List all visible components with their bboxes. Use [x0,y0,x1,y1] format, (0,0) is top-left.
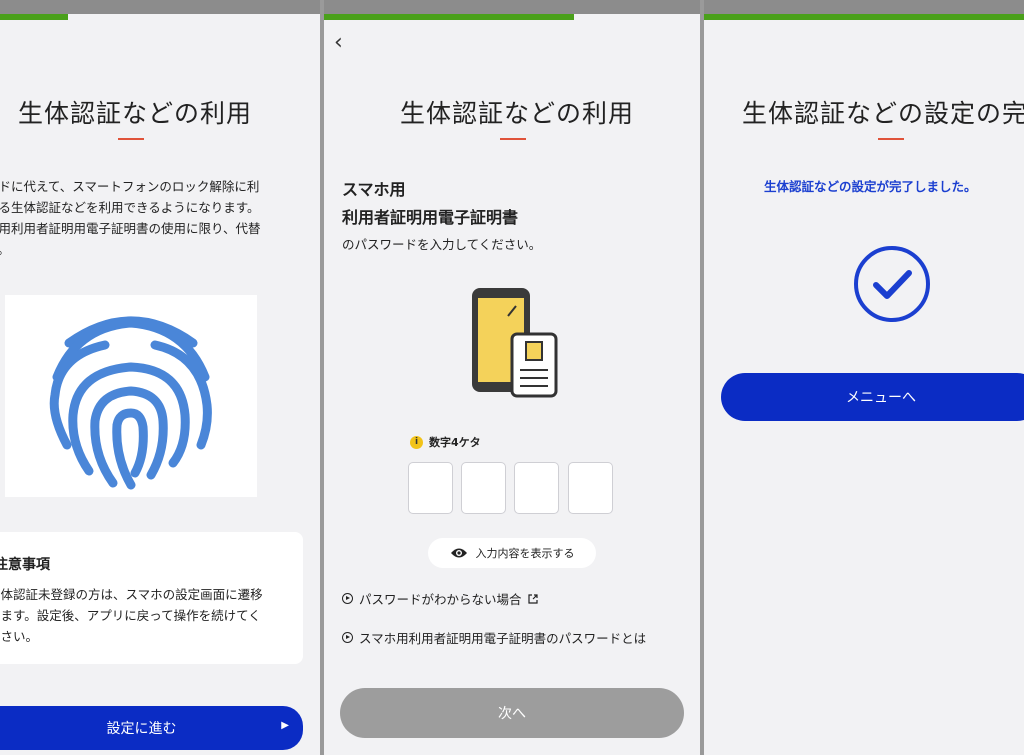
next-button[interactable]: 次へ [340,688,684,738]
title-underline [118,138,144,140]
fingerprint-image [5,295,257,497]
notice-body: 生体認証未登録の方は、スマホの設定画面に遷移 します。設定後、アプリに戻って操作… [0,584,263,647]
pin-digit-3[interactable] [514,462,559,514]
pin-digit-1[interactable] [408,462,453,514]
certificate-label-1: スマホ用 [342,180,406,199]
info-icon: i [410,435,423,449]
page-title: 生体認証などの利用 [18,99,253,128]
status-bar [324,0,700,14]
link-label: スマホ用利用者証明用電子証明書のパスワードとは [359,631,647,646]
status-bar [704,0,1024,14]
title-underline [500,138,526,140]
eye-icon [450,548,467,558]
pin-digit-4[interactable] [568,462,613,514]
page-title: 生体認証などの利用 [400,99,635,128]
instruction-text: のパスワードを入力してください。 [342,237,542,252]
play-circle-icon [342,593,353,604]
status-bar [0,0,320,14]
certificate-label-2: 利用者証明用電子証明書 [342,208,519,227]
progress-bar [324,14,574,20]
proceed-to-settings-button[interactable]: 設定に進む ▶ [0,706,303,750]
play-circle-icon [342,632,353,643]
back-chevron-icon[interactable]: ‹ [334,30,343,55]
notice-line: 生体認証未登録の方は、スマホの設定画面に遷移 [0,587,263,602]
notice-card: 注意事項 生体認証未登録の方は、スマホの設定画面に遷移 します。設定後、アプリに… [0,532,303,664]
page-title: 生体認証などの設定の完了 [742,99,1024,128]
to-menu-button[interactable]: メニューへ [721,373,1024,421]
external-link-icon [527,593,538,604]
screen-biometric-intro: 生体認証などの利用 ードに代えて、スマートフォンのロック解除に利 いる生体認証な… [0,0,320,755]
notice-line: ださい。 [0,629,39,644]
about-password-link[interactable]: スマホ用利用者証明用電子証明書のパスワードとは [342,628,646,647]
description: ードに代えて、スマートフォンのロック解除に利 いる生体認証などを利用できるように… [0,176,261,260]
show-input-button[interactable]: 入力内容を表示する [428,538,596,568]
screen-setup-complete: 生体認証などの設定の完了 生体認証などの設定が完了しました。 メニューへ [704,0,1024,755]
title-underline [878,138,904,140]
play-arrow-icon: ▶ [281,720,289,731]
hint-text: 数字4ケタ [429,436,481,449]
description-line: いる生体認証などを利用できるようになります。 [0,200,260,215]
description-line: す。 [0,239,261,260]
screen-password-entry: ‹ 生体認証などの利用 スマホ用 利用者証明用電子証明書 のパスワードを入力して… [324,0,700,755]
button-label: 設定に進む [106,721,177,737]
description-line: ホ用利用者証明用電子証明書の使用に限り、代替 [0,221,261,236]
fingerprint-icon [49,316,212,490]
description-line: ードに代えて、スマートフォンのロック解除に利 [0,179,260,194]
pin-hint: i 数字4ケタ [410,434,481,450]
show-input-label: 入力内容を表示する [475,547,575,560]
pin-digit-2[interactable] [461,462,506,514]
link-label: パスワードがわからない場合 [359,592,522,607]
check-circle-icon [854,246,930,322]
progress-bar [0,14,68,20]
progress-bar [704,14,1024,20]
phone-certificate-icon [472,288,558,398]
completion-message: 生体認証などの設定が完了しました。 [764,179,977,194]
notice-line: します。設定後、アプリに戻って操作を続けてく [0,608,261,623]
notice-title: 注意事項 [0,557,50,573]
forgot-password-link[interactable]: パスワードがわからない場合 [342,589,538,608]
